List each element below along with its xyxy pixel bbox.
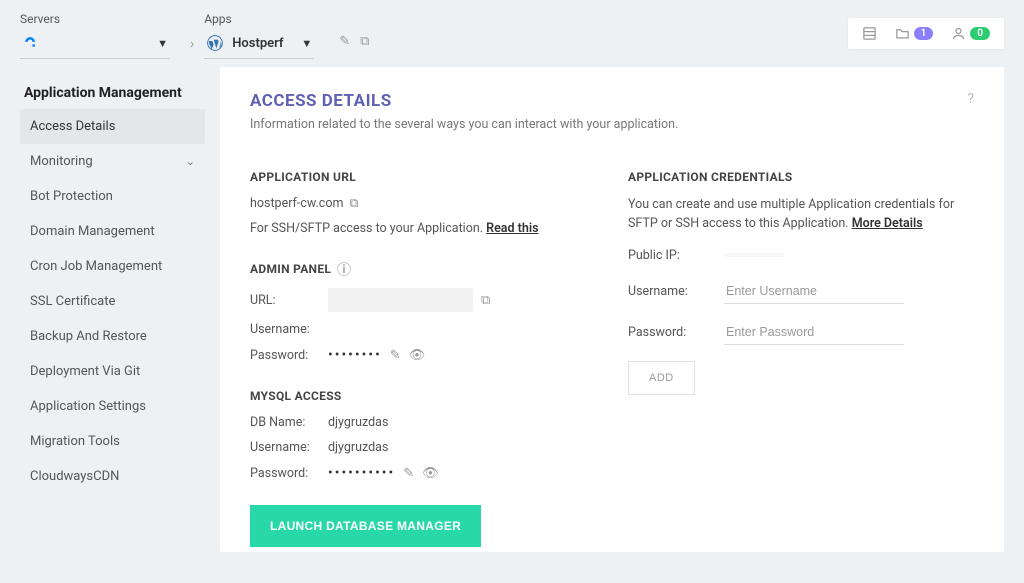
nav-cloudways-cdn[interactable]: CloudwaysCDN <box>20 459 205 494</box>
nav-backup-restore[interactable]: Backup And Restore <box>20 319 205 354</box>
info-icon[interactable]: i <box>337 262 351 276</box>
mysql-username-value: djygruzdas <box>328 440 388 455</box>
header-toolbar: 1 0 <box>848 18 1004 49</box>
main-panel: ACCESS DETAILS Information related to th… <box>220 67 1004 552</box>
chevron-down-icon: ⌄ <box>186 155 195 168</box>
grid-view-button[interactable] <box>862 26 877 41</box>
mysql-password-mask: •••••••••• <box>328 465 395 481</box>
ssh-note: For SSH/SFTP access to your Application.… <box>250 221 596 236</box>
edit-icon[interactable]: ✎ <box>403 466 414 481</box>
main-header: ACCESS DETAILS Information related to th… <box>250 91 974 132</box>
admin-url-row: URL: ⧉ <box>250 288 596 312</box>
user-menu[interactable]: 0 <box>951 26 990 41</box>
username-input[interactable] <box>724 279 904 304</box>
app-url-value[interactable]: hostperf-cw.com <box>250 196 343 211</box>
nav-bot-protection[interactable]: Bot Protection <box>20 179 205 214</box>
public-ip-value <box>724 253 784 257</box>
left-column: APPLICATION URL hostperf-cw.com ⧉ For SS… <box>250 170 596 552</box>
apps-label: Apps <box>204 12 314 26</box>
servers-label: Servers <box>20 12 170 26</box>
app-name: Hostperf <box>232 36 293 51</box>
admin-panel-section: ADMIN PANELi URL: ⧉ Username: Password: … <box>250 262 596 363</box>
nav-cron-job[interactable]: Cron Job Management <box>20 249 205 284</box>
help-icon[interactable]: ? <box>967 91 974 107</box>
edit-icon[interactable]: ✎ <box>390 348 401 363</box>
app-selector[interactable]: Hostperf ▼ <box>204 30 314 59</box>
projects-button[interactable]: 1 <box>895 26 934 41</box>
layout: Application Management Access Details Mo… <box>0 67 1024 562</box>
cred-password-row: Password: <box>628 320 974 345</box>
mysql-title: MYSQL ACCESS <box>250 389 596 403</box>
nav-monitoring[interactable]: Monitoring⌄ <box>20 144 205 179</box>
mysql-section: MYSQL ACCESS DB Name: djygruzdas Usernam… <box>250 389 596 547</box>
caret-down-icon: ▼ <box>157 37 168 50</box>
external-link-icon[interactable]: ⧉ <box>360 34 369 49</box>
admin-panel-title: ADMIN PANELi <box>250 262 596 276</box>
servers-crumb: Servers ▼ <box>20 12 170 59</box>
right-column: APPLICATION CREDENTIALS You can create a… <box>628 170 974 552</box>
edit-icon[interactable]: ✎ <box>339 34 350 49</box>
password-input[interactable] <box>724 320 904 345</box>
eye-icon[interactable]: 👁 <box>409 348 426 363</box>
admin-url-value <box>328 288 473 312</box>
mysql-dbname-row: DB Name: djygruzdas <box>250 415 596 430</box>
application-url-section: APPLICATION URL hostperf-cw.com ⧉ For SS… <box>250 170 596 236</box>
read-this-link[interactable]: Read this <box>486 221 538 236</box>
add-button[interactable]: ADD <box>628 361 695 395</box>
admin-password-row: Password: •••••••• ✎ 👁 <box>250 347 596 363</box>
nav-ssl[interactable]: SSL Certificate <box>20 284 205 319</box>
content-columns: APPLICATION URL hostperf-cw.com ⧉ For SS… <box>250 170 974 552</box>
launch-db-manager-button[interactable]: LAUNCH DATABASE MANAGER <box>250 505 481 547</box>
wordpress-icon <box>206 34 224 52</box>
app-url-title: APPLICATION URL <box>250 170 596 184</box>
caret-down-icon: ▼ <box>301 37 312 50</box>
more-details-link[interactable]: More Details <box>852 216 923 231</box>
projects-badge: 1 <box>914 27 934 40</box>
page-title: ACCESS DETAILS <box>250 91 678 111</box>
apps-crumb: Apps Hostperf ▼ <box>204 12 314 59</box>
external-link-icon[interactable]: ⧉ <box>349 196 358 211</box>
eye-icon[interactable]: 👁 <box>422 466 439 481</box>
user-badge: 0 <box>970 27 990 40</box>
app-actions: ✎ ⧉ <box>334 34 374 49</box>
app-url-row: hostperf-cw.com ⧉ <box>250 196 596 211</box>
public-ip-row: Public IP: <box>628 248 974 263</box>
mysql-dbname-value: djygruzdas <box>328 415 388 430</box>
digitalocean-icon <box>22 34 40 52</box>
server-selector[interactable]: ▼ <box>20 30 170 59</box>
nav-migration-tools[interactable]: Migration Tools <box>20 424 205 459</box>
nav-app-settings[interactable]: Application Settings <box>20 389 205 424</box>
mysql-username-row: Username: djygruzdas <box>250 440 596 455</box>
nav-access-details[interactable]: Access Details <box>20 109 205 144</box>
nav-domain-management[interactable]: Domain Management <box>20 214 205 249</box>
credentials-title: APPLICATION CREDENTIALS <box>628 170 974 184</box>
credentials-lead: You can create and use multiple Applicat… <box>628 196 974 234</box>
mysql-password-row: Password: •••••••••• ✎ 👁 <box>250 465 596 481</box>
admin-password-mask: •••••••• <box>328 347 382 363</box>
topbar: Servers ▼ › Apps Hostperf ▼ ✎ ⧉ 1 <box>0 0 1024 67</box>
cred-username-row: Username: <box>628 279 974 304</box>
admin-username-row: Username: <box>250 322 596 337</box>
nav-deployment-git[interactable]: Deployment Via Git <box>20 354 205 389</box>
sidebar: Application Management Access Details Mo… <box>20 67 205 552</box>
sidebar-title: Application Management <box>20 85 205 101</box>
external-link-icon[interactable]: ⧉ <box>481 293 490 308</box>
page-subtitle: Information related to the several ways … <box>250 117 678 132</box>
chevron-right-icon: › <box>190 36 194 52</box>
